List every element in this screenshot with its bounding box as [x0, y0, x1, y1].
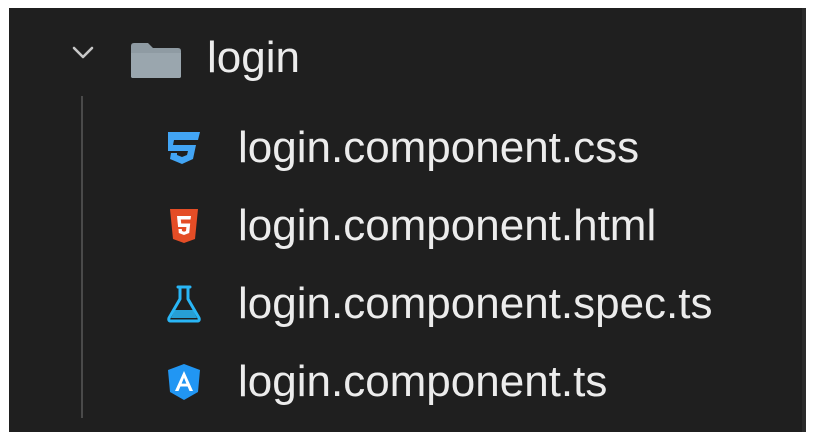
- chevron-down-icon[interactable]: [68, 38, 98, 68]
- css-icon: [168, 132, 200, 164]
- file-row-html[interactable]: login.component.html: [9, 194, 789, 264]
- file-label-css: login.component.css: [238, 123, 640, 172]
- file-row-spec[interactable]: login.component.spec.ts: [9, 272, 789, 342]
- angular-icon: [168, 364, 200, 400]
- folder-label: login: [207, 33, 300, 82]
- file-explorer-panel: login login.component.css login.componen…: [9, 8, 806, 432]
- html5-icon: [170, 209, 198, 243]
- file-label-ts: login.component.ts: [238, 357, 608, 406]
- file-row-ts[interactable]: login.component.ts: [9, 350, 789, 420]
- screenshot-frame: login login.component.css login.componen…: [0, 0, 813, 440]
- file-label-spec: login.component.spec.ts: [238, 279, 713, 328]
- file-row-css[interactable]: login.component.css: [9, 116, 789, 186]
- folder-row-login[interactable]: login: [9, 26, 789, 88]
- folder-icon: [131, 43, 181, 78]
- scrollbar-edge: [802, 8, 806, 432]
- test-flask-icon: [167, 285, 201, 323]
- file-label-html: login.component.html: [238, 201, 657, 250]
